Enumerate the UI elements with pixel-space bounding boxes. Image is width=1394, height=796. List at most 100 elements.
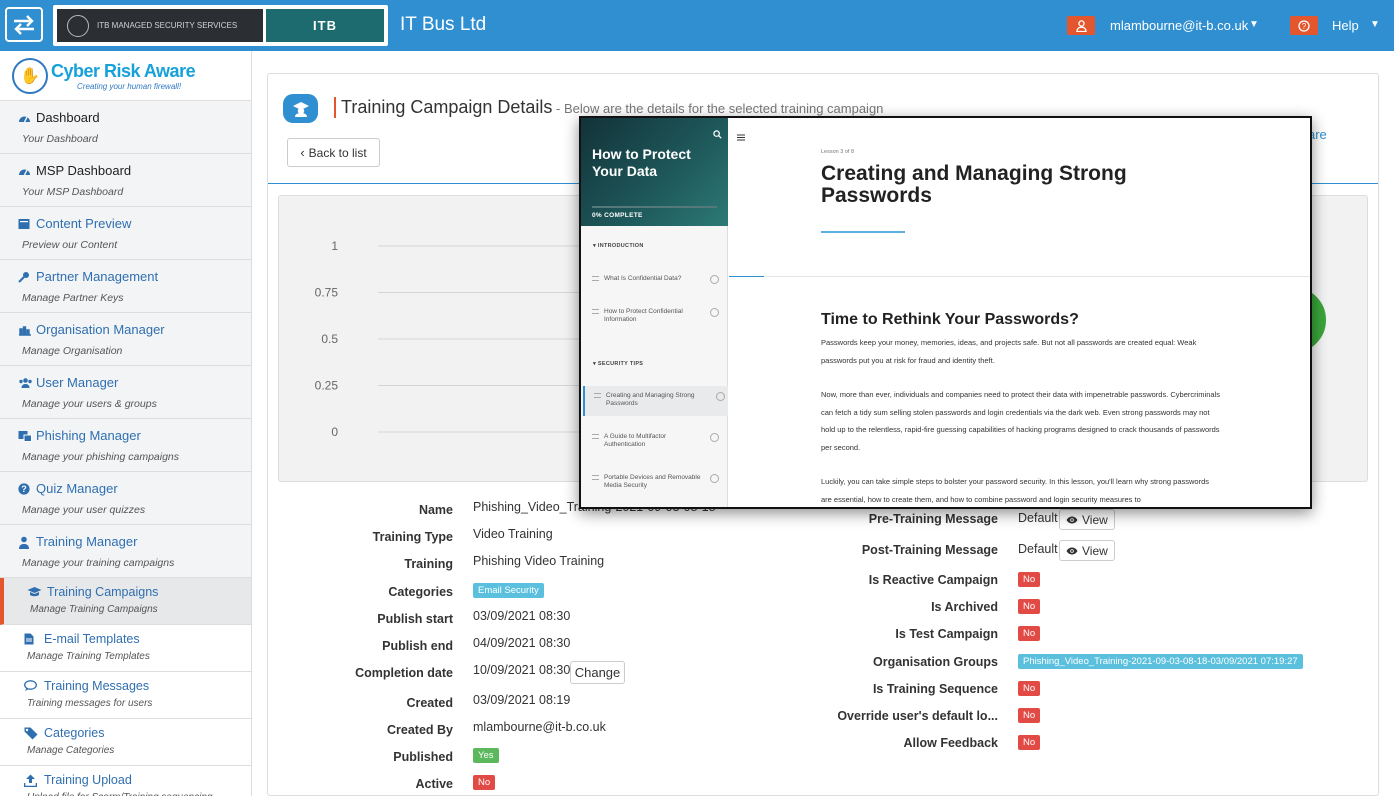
section-introduction[interactable]: ▾ INTRODUCTION: [593, 243, 644, 249]
lesson-link[interactable]: Creating and Managing Strong Passwords: [583, 386, 728, 416]
y-tick-label: 0.25: [315, 379, 339, 393]
detail-label: Published: [393, 750, 453, 764]
course-preview-popup: How to Protect Your Data 0% COMPLETE ▾ I…: [579, 116, 1312, 509]
help-icon[interactable]: ?: [1290, 16, 1318, 35]
lesson-link[interactable]: How to Protect Confidential Information: [592, 308, 722, 326]
file-icon: [24, 633, 39, 645]
sidebar-subitem-label: E-mail Templates: [44, 632, 140, 646]
status-badge: No: [1018, 735, 1041, 750]
sidebar-item-label: Content Preview: [36, 216, 132, 231]
lesson-status-icon: [710, 433, 719, 442]
sidebar-item-label: Training Manager: [36, 534, 138, 549]
change-completion-button[interactable]: Change: [570, 661, 625, 684]
help-menu[interactable]: Help: [1332, 18, 1359, 33]
lesson-paragraph-1: Passwords keep your money, memories, ide…: [821, 338, 1197, 365]
lesson-link[interactable]: Portable Devices and Removable Media Sec…: [592, 468, 722, 498]
sidebar-subitem-training-campaigns[interactable]: Training Campaigns Manage Training Campai…: [0, 578, 251, 625]
tags-icon: [24, 727, 39, 740]
detail-label: Created: [406, 696, 453, 710]
lesson-content: Lesson 3 of 8 Creating and Managing Stro…: [729, 118, 1310, 507]
status-badge: No: [1018, 626, 1041, 641]
y-tick-label: 0: [331, 425, 338, 439]
sidebar-item-label: Dashboard: [36, 110, 100, 125]
sidebar-subitem-label: Training Messages: [44, 679, 150, 693]
swap-icon[interactable]: [5, 7, 43, 42]
sidebar-item-desc: Manage your user quizzes: [22, 504, 146, 516]
sidebar-subitem-label: Categories: [44, 726, 105, 740]
sidebar-item-training-manager[interactable]: Training Manager Manage your training cam…: [0, 525, 251, 578]
course-title: How to Protect Your Data: [592, 146, 691, 179]
brand-logo[interactable]: ✋ Cyber Risk Aware Creating your human f…: [0, 51, 251, 101]
status-badge: No: [1018, 681, 1041, 696]
detail-label: Training: [404, 557, 453, 571]
sidebar-item-partner-management[interactable]: Partner Management Manage Partner Keys: [0, 260, 251, 313]
sidebar-subitem-desc: Training messages for users: [27, 698, 153, 709]
lesson-lines-icon: [592, 309, 599, 314]
chevron-down-icon[interactable]: ▼: [1370, 19, 1380, 30]
back-to-list-button[interactable]: ‹ Back to list: [287, 138, 380, 167]
sidebar-item-phishing-manager[interactable]: Phishing Manager Manage your phishing cam…: [0, 419, 251, 472]
nav-list: Dashboard Your Dashboard MSP Dashboard Your…: [0, 101, 251, 796]
sidebar-subitem-training-upload[interactable]: Training Upload Upload file for Scorm/Tra…: [0, 766, 251, 796]
status-badge: No: [473, 775, 496, 790]
sidebar-subitem-label: Training Campaigns: [47, 585, 159, 599]
lesson-status-icon: [710, 275, 719, 284]
page-subtitle: - Below are the details for the selected…: [552, 101, 884, 116]
lesson-link-label: What Is Confidential Data?: [604, 275, 682, 282]
detail-label: Publish end: [382, 639, 453, 653]
detail-label: Override user's default lo...: [837, 709, 998, 723]
search-icon[interactable]: [713, 126, 722, 144]
sidebar-item-label: Quiz Manager: [36, 481, 118, 496]
sidebar-item-quiz-manager[interactable]: ? Quiz Manager Manage your user quizzes: [0, 472, 251, 525]
sidebar-item-content-preview[interactable]: Content Preview Preview our Content: [0, 207, 251, 260]
page-title: Training Campaign Details - Below are th…: [334, 97, 883, 118]
hand-icon: ✋: [12, 57, 48, 94]
sidebar-item-desc: Preview our Content: [22, 239, 118, 251]
lesson-status-icon: [710, 308, 719, 317]
comment-icon: [24, 680, 39, 692]
upload-icon: [23, 774, 39, 788]
detail-value: Video Training: [473, 527, 553, 541]
detail-label: Name: [418, 503, 453, 517]
sidebar-item-organisation-manager[interactable]: Organisation Manager Manage Organisation: [0, 313, 251, 366]
sidebar-subitem-desc: Manage Categories: [27, 745, 115, 756]
chevron-down-icon[interactable]: ▼: [1249, 19, 1259, 30]
sidebar-subitem-desc: Manage Training Templates: [27, 651, 150, 662]
chevron-left-icon: ‹: [300, 145, 305, 160]
lesson-link[interactable]: A Guide to Multifactor Authentication: [592, 427, 722, 457]
status-badge: No: [1018, 599, 1041, 614]
course-hero: How to Protect Your Data 0% COMPLETE: [581, 118, 728, 226]
user-menu[interactable]: mlambourne@it-b.co.uk: [1110, 18, 1248, 33]
lesson-link[interactable]: What Is Confidential Data?: [592, 275, 722, 293]
sidebar-subitem-training-messages[interactable]: Training Messages Training messages for u…: [0, 672, 251, 719]
user-icon[interactable]: [1067, 16, 1095, 35]
status-badge: No: [1018, 708, 1041, 723]
hamburger-icon[interactable]: [737, 128, 745, 146]
lesson-lines-icon: [592, 276, 599, 281]
detail-value: Default: [1018, 542, 1058, 556]
sidebar-item-msp-dashboard[interactable]: MSP Dashboard Your MSP Dashboard: [0, 154, 251, 207]
lesson-status-icon: [710, 474, 719, 483]
sidebar: ✋ Cyber Risk Aware Creating your human f…: [0, 51, 252, 796]
sidebar-item-desc: Your Dashboard: [22, 133, 98, 145]
view-message-button[interactable]: View: [1059, 509, 1115, 530]
detail-label: Created By: [387, 723, 453, 737]
view-message-button[interactable]: View: [1059, 540, 1115, 561]
section-security-tips[interactable]: ▾ SECURITY TIPS: [593, 361, 643, 367]
sidebar-item-dashboard[interactable]: Dashboard Your Dashboard: [0, 101, 251, 154]
detail-label: Is Test Campaign: [895, 627, 998, 641]
detail-label: Active: [415, 777, 453, 791]
sidebar-item-desc: Manage your phishing campaigns: [22, 451, 180, 463]
sidebar-subitem-e-mail-templates[interactable]: E-mail Templates Manage Training Template…: [0, 625, 251, 672]
y-tick-label: 1: [331, 239, 338, 253]
detail-value: mlambourne@it-b.co.uk: [473, 720, 606, 734]
lesson-link-label: How to Protect Confidential Information: [604, 308, 683, 323]
itb-logo: ITB: [266, 9, 384, 42]
gauge-icon: [18, 112, 31, 124]
key-icon: [18, 271, 31, 283]
graduation-icon: [283, 94, 318, 123]
sidebar-item-user-manager[interactable]: User Manager Manage your users & groups: [0, 366, 251, 419]
sidebar-subitem-categories[interactable]: Categories Manage Categories: [0, 719, 251, 766]
sidebar-item-label: Partner Management: [36, 269, 159, 284]
sidebar-item-label: MSP Dashboard: [36, 163, 132, 178]
